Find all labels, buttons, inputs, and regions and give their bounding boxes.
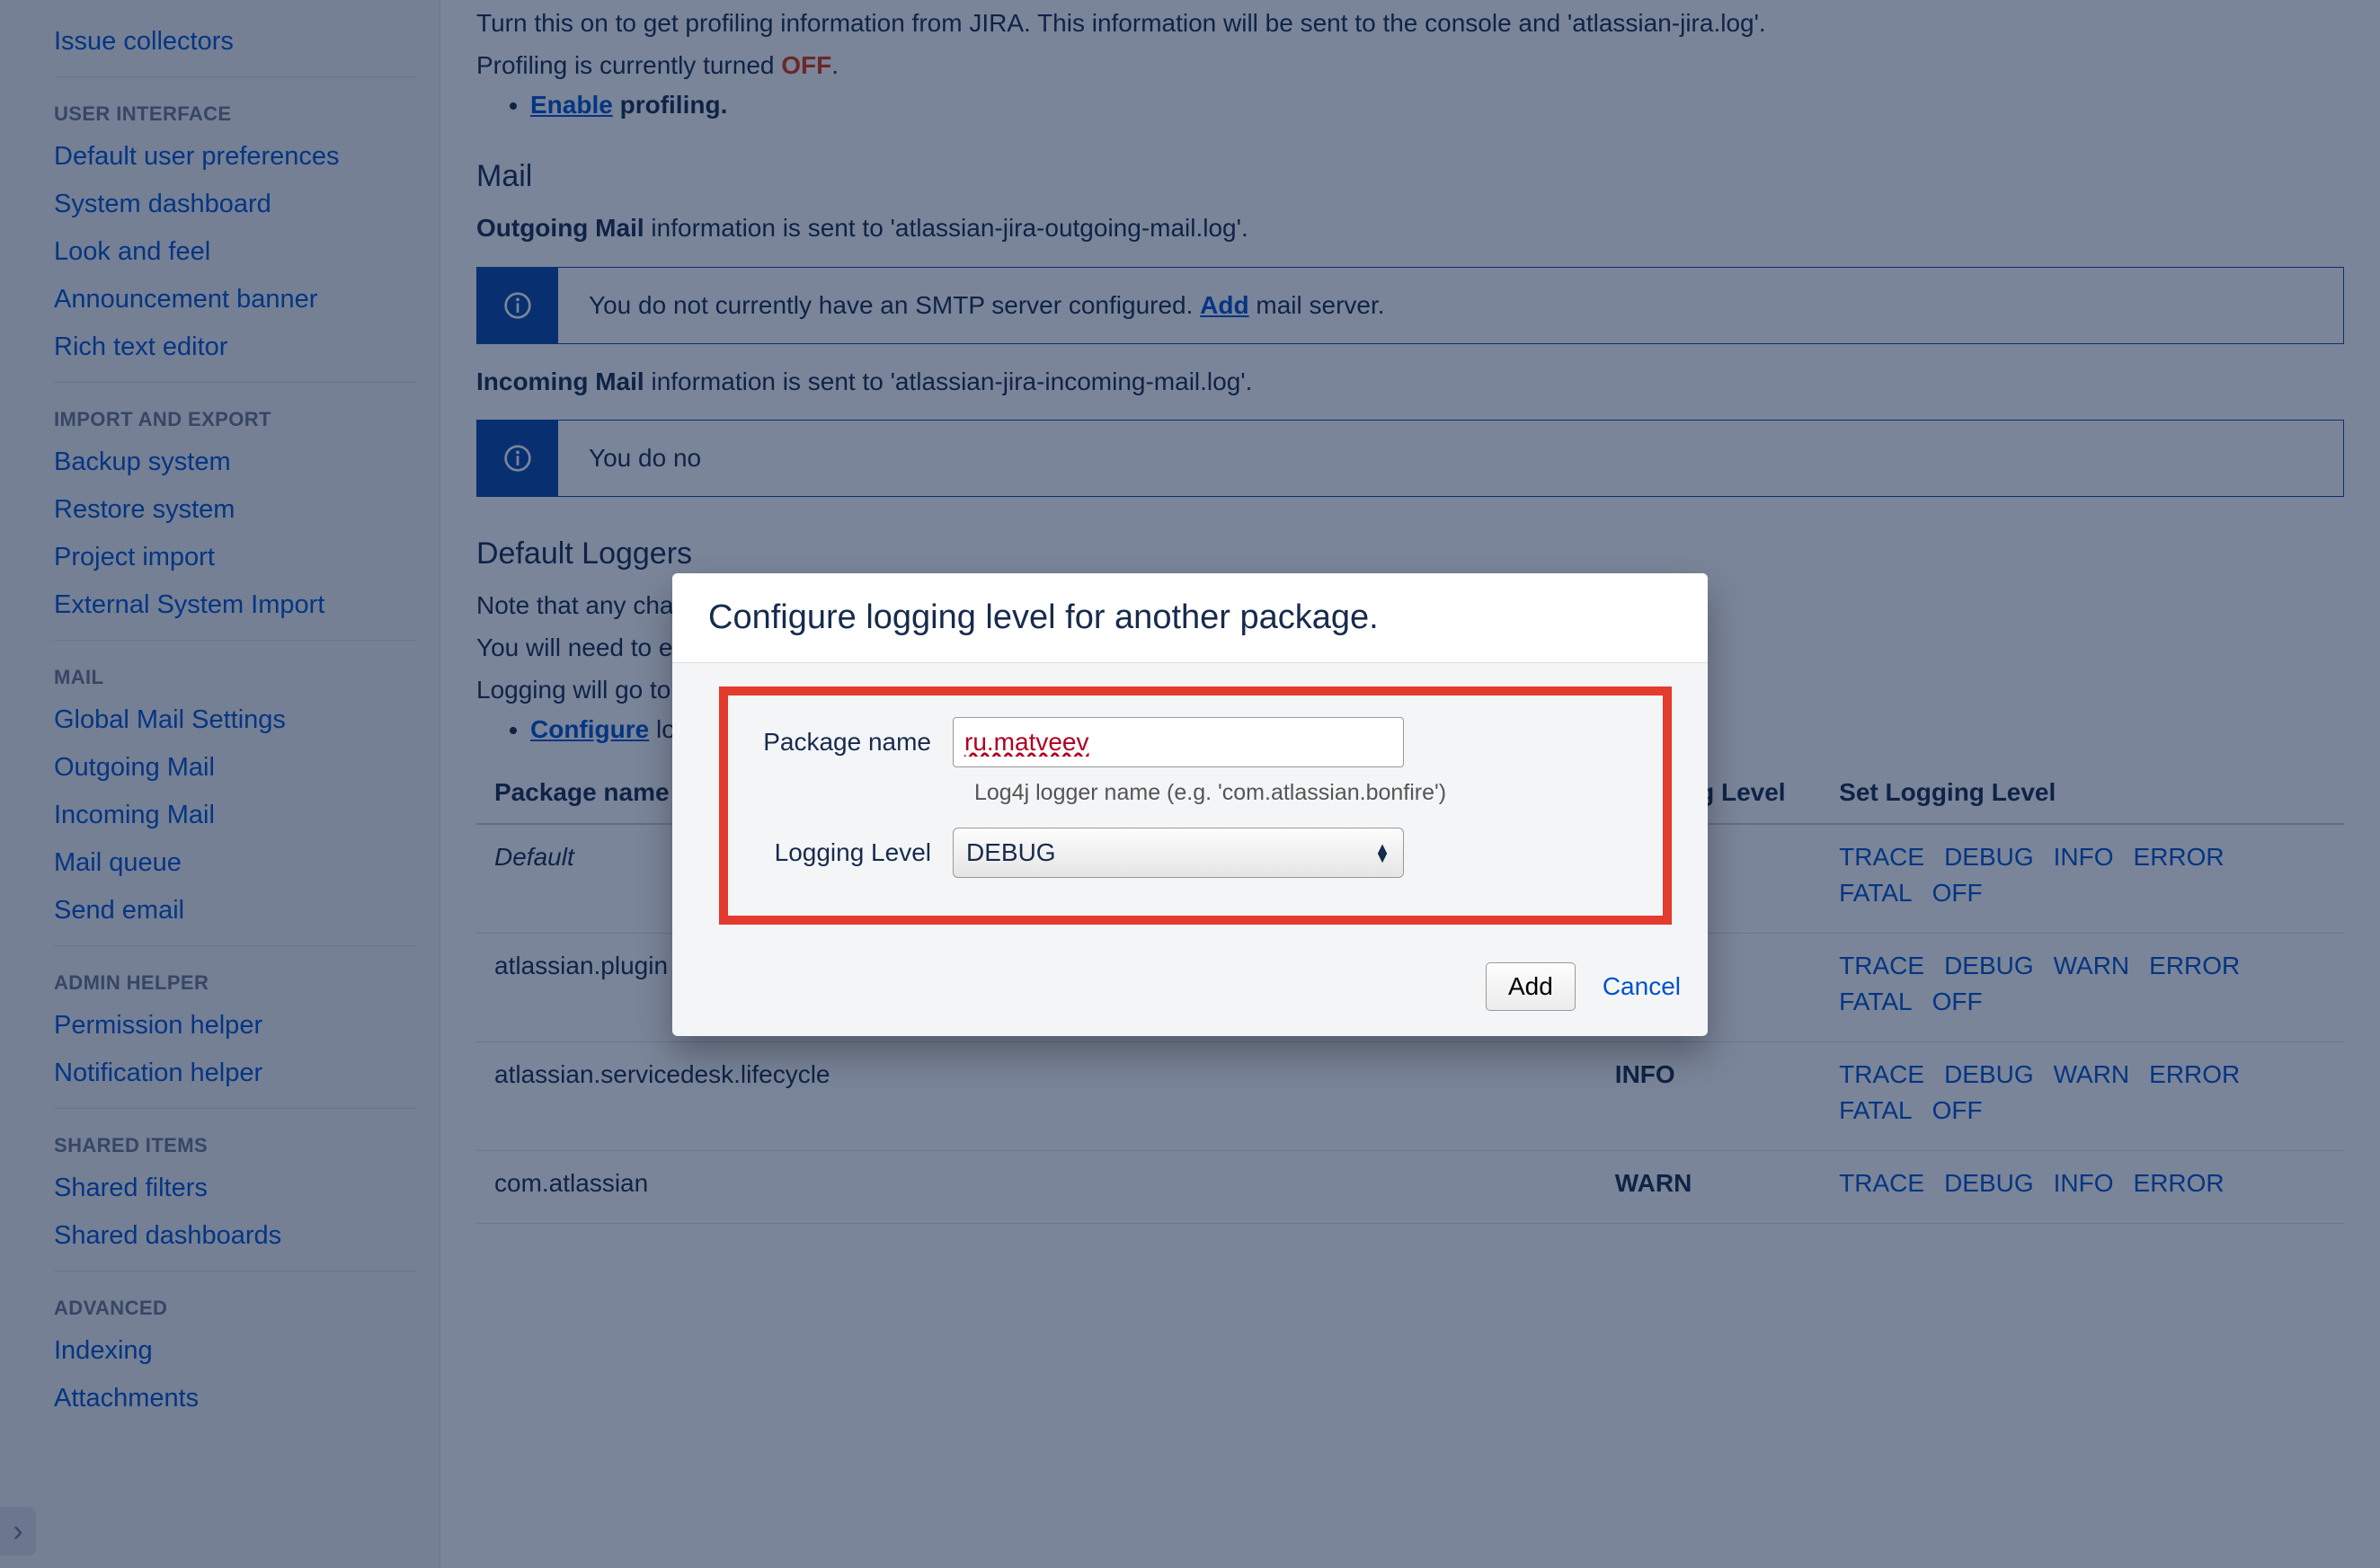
select-arrows-icon: ▲▼ xyxy=(1374,844,1390,862)
configure-logging-modal: Configure logging level for another pack… xyxy=(672,573,1708,1036)
logging-level-value: DEBUG xyxy=(966,838,1056,867)
cancel-link[interactable]: Cancel xyxy=(1603,972,1681,1001)
package-name-label: Package name xyxy=(744,728,953,757)
modal-title: Configure logging level for another pack… xyxy=(708,598,1672,637)
logging-level-label: Logging Level xyxy=(744,838,953,867)
logging-level-select[interactable]: DEBUG ▲▼ xyxy=(953,828,1404,878)
highlighted-form-area: Package name Log4j logger name (e.g. 'co… xyxy=(719,687,1672,925)
add-button[interactable]: Add xyxy=(1486,962,1576,1011)
modal-backdrop[interactable]: Configure logging level for another pack… xyxy=(0,0,2380,1568)
package-name-input[interactable] xyxy=(953,717,1404,767)
package-name-hint: Log4j logger name (e.g. 'com.atlassian.b… xyxy=(974,780,1647,806)
